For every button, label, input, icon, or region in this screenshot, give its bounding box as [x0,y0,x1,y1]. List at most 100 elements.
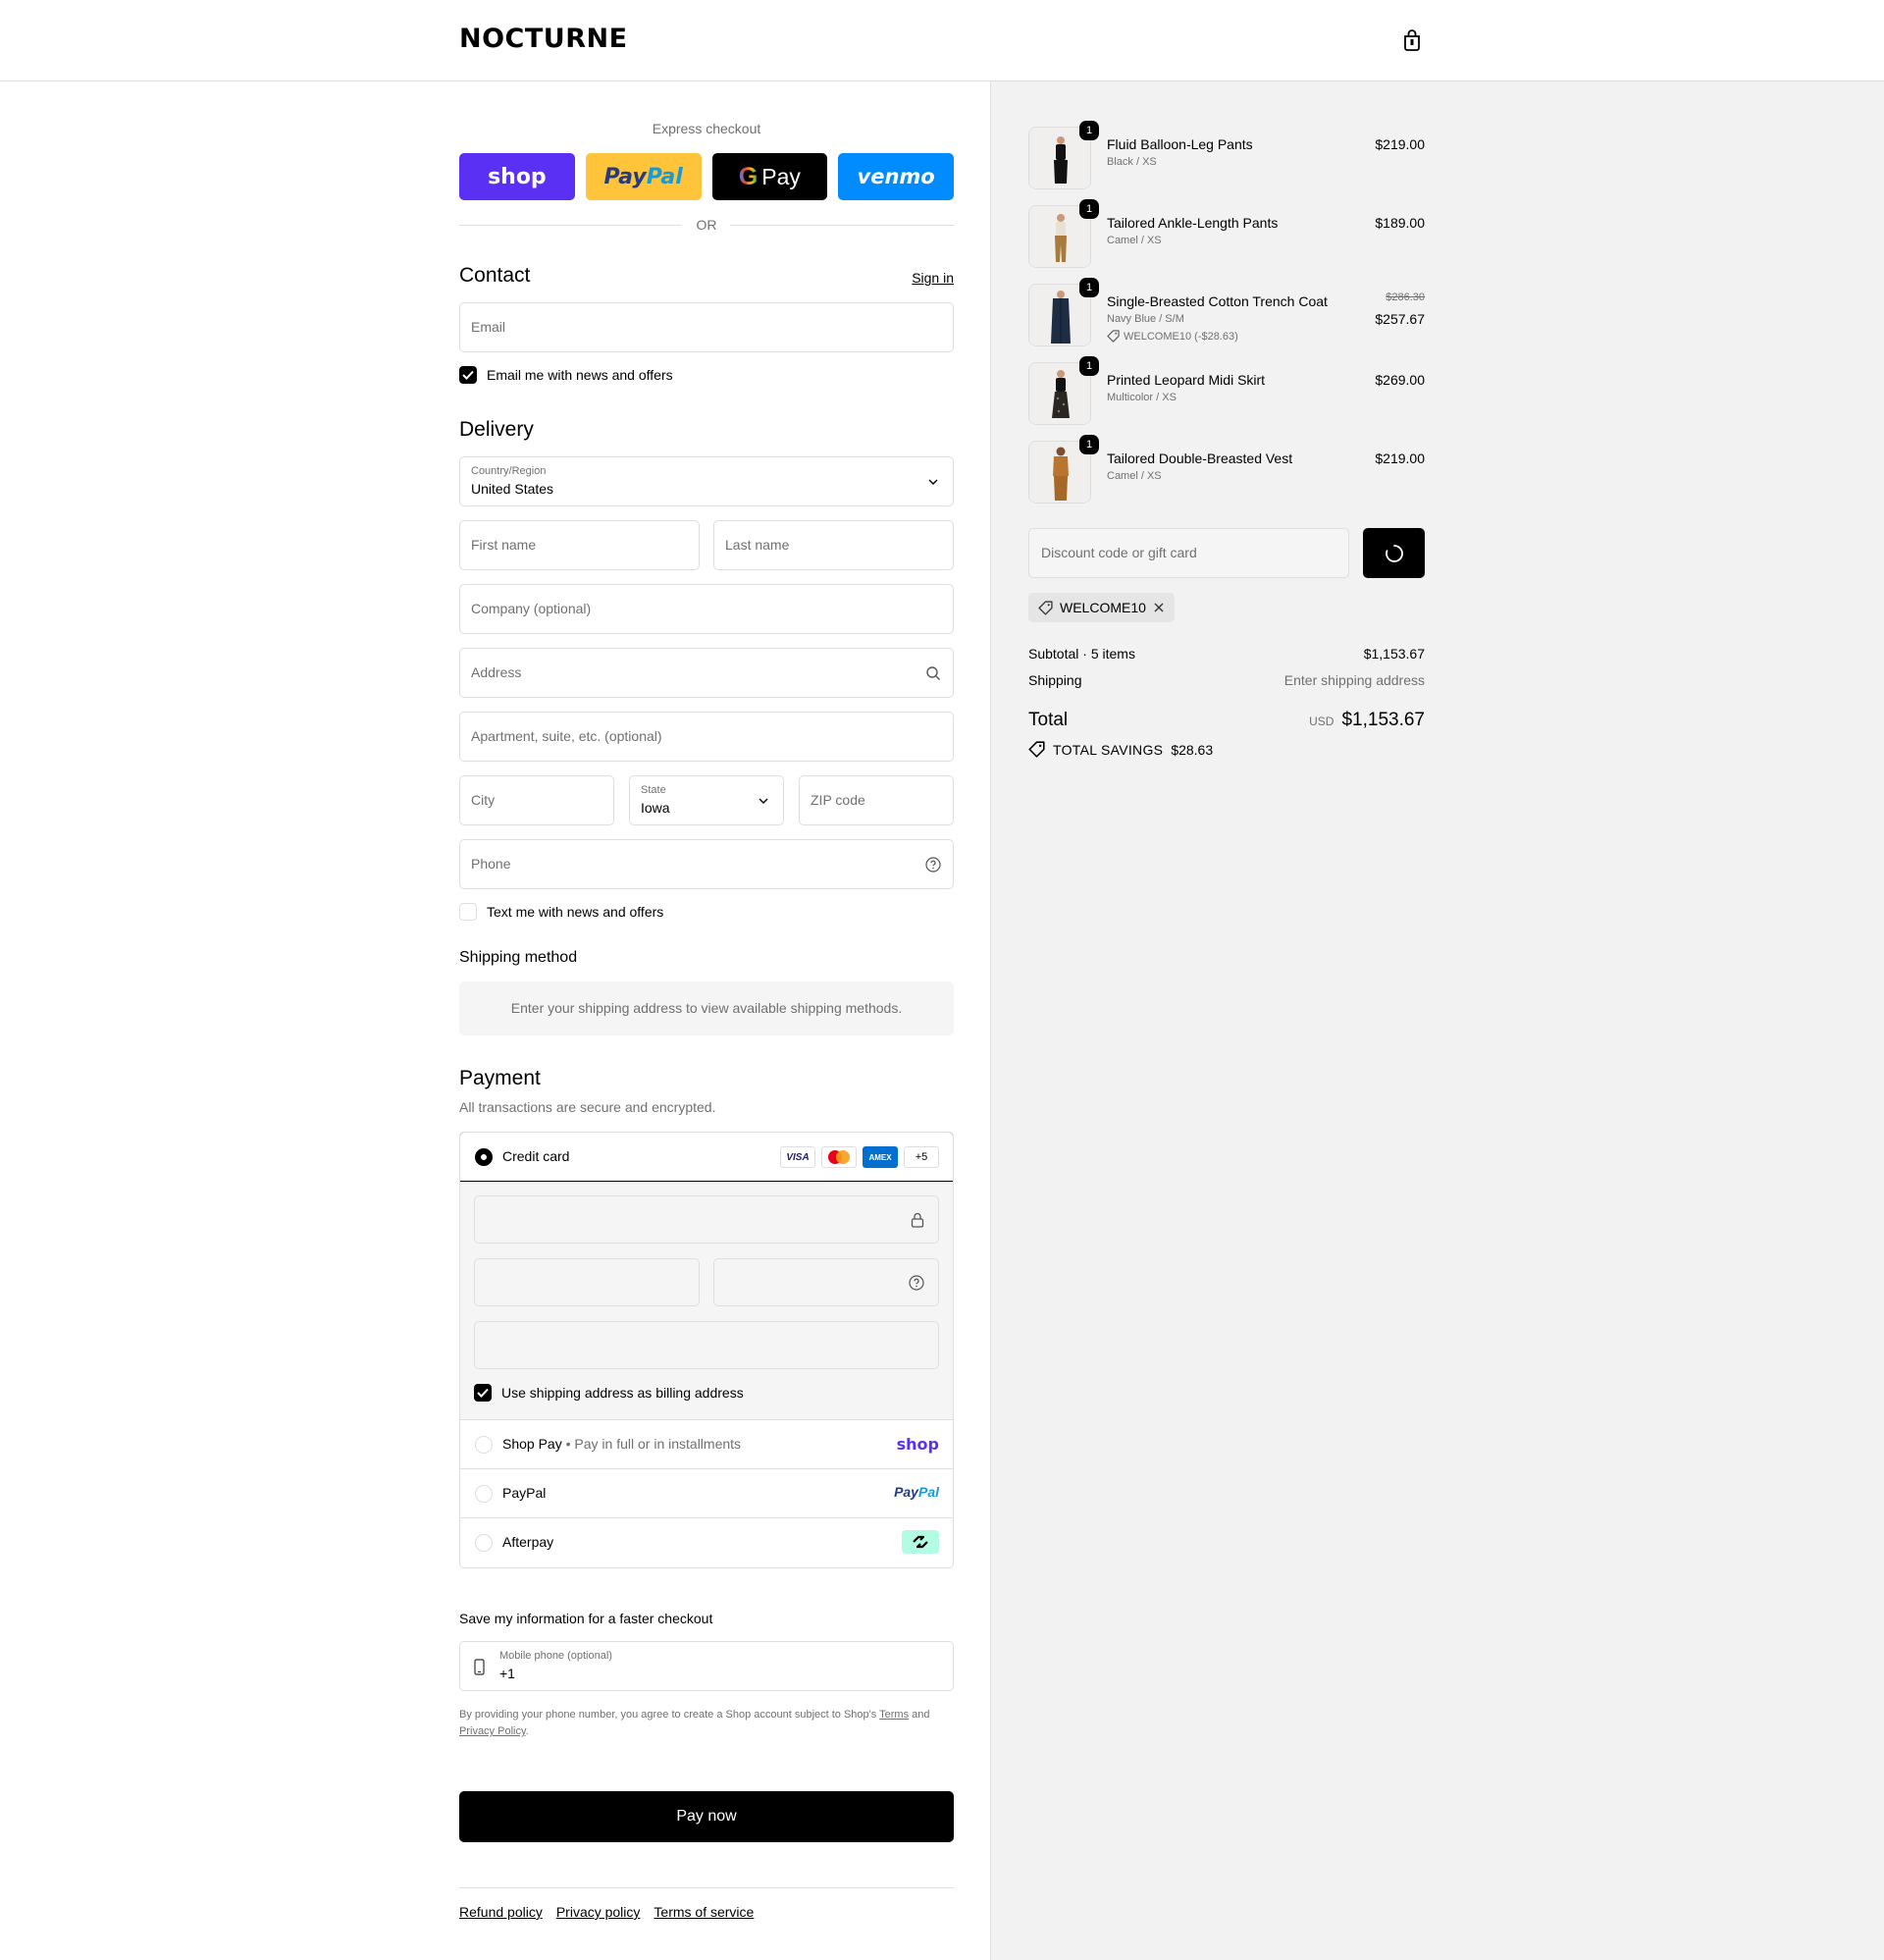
venmo-button[interactable]: venmo [838,153,954,200]
afterpay-option[interactable]: Afterpay [460,1518,953,1567]
billing-same-checkbox[interactable] [474,1384,492,1402]
sign-in-link[interactable]: Sign in [912,270,954,286]
company-placeholder: Company (optional) [471,601,592,616]
product-name: Single-Breasted Cotton Trench Coat [1107,293,1328,309]
city-placeholder: City [471,792,496,808]
first-name-field[interactable]: First name [459,520,700,570]
help-icon[interactable] [909,1275,924,1291]
item-discount: WELCOME10 (-$28.63) [1107,330,1238,343]
address-field[interactable]: Address [459,648,954,698]
quantity-badge: 1 [1079,435,1099,454]
pay-now-button[interactable]: Pay now [459,1791,954,1842]
card-number-field[interactable] [474,1195,939,1244]
more-cards-badge: +5 [904,1146,939,1168]
email-opt-in-checkbox[interactable] [459,366,477,384]
country-select[interactable]: Country/Region United States [459,456,954,506]
cart-item: 1 Fluid Balloon-Leg Pants Black / XS $21… [1028,121,1425,189]
mobile-phone-field[interactable]: Mobile phone (optional) +1 [459,1641,954,1691]
billing-same-option[interactable]: Use shipping address as billing address [474,1384,744,1402]
help-icon[interactable] [925,857,941,873]
mobile-phone-label: Mobile phone (optional) [499,1650,612,1662]
quantity-badge: 1 [1079,278,1099,297]
refund-policy-link[interactable]: Refund policy [459,1904,543,1920]
footer-links: Refund policy Privacy policy Terms of se… [459,1904,754,1920]
country-value: United States [471,481,554,497]
apartment-placeholder: Apartment, suite, etc. (optional) [471,728,662,744]
email-opt-in[interactable]: Email me with news and offers [459,366,673,384]
paypal-button[interactable]: Pay Pal [585,153,702,200]
applied-discount-chip: WELCOME10 [1028,593,1175,622]
card-details: Use shipping address as billing address [460,1182,953,1420]
quantity-badge: 1 [1079,121,1099,140]
city-field[interactable]: City [459,775,614,825]
shop-pay-title: Shop Pay [502,1436,562,1452]
expiration-field[interactable] [474,1258,700,1306]
shipping-method-title: Shipping method [459,949,578,966]
shop-pay-radio[interactable] [475,1436,493,1454]
phone-field[interactable]: Phone [459,839,954,889]
apartment-field[interactable]: Apartment, suite, etc. (optional) [459,712,954,762]
legal-notice: By providing your phone number, you agre… [459,1707,954,1740]
state-select[interactable]: State Iowa [629,775,784,825]
shop-pay-label: shop [488,164,547,189]
product-original-price: $286.30 [1386,291,1425,303]
sms-opt-in-checkbox[interactable] [459,903,477,921]
privacy-policy-link[interactable]: Privacy Policy [459,1725,526,1737]
security-code-field[interactable] [713,1258,939,1306]
phone-placeholder: Phone [471,856,511,872]
product-price: $189.00 [1375,215,1425,231]
terms-link[interactable]: Terms [879,1709,909,1721]
shipping-label: Shipping [1028,672,1082,688]
savings-value: $28.63 [1171,741,1214,758]
close-icon[interactable] [1153,602,1165,613]
product-price: $219.00 [1375,450,1425,466]
subtotal-row: Subtotal · 5 items $1,153.67 [1028,646,1425,662]
privacy-policy-link[interactable]: Privacy policy [556,1904,641,1920]
terms-of-service-link[interactable]: Terms of service [654,1904,754,1920]
or-divider: OR [459,217,954,233]
paypal-logo: Pay [603,164,647,189]
mobile-phone-value: +1 [499,1666,515,1681]
or-text: OR [696,217,717,233]
credit-card-label: Credit card [502,1148,570,1164]
legal-period: . [525,1725,529,1737]
payment-title: Payment [459,1067,541,1089]
email-field[interactable]: Email [459,302,954,352]
last-name-field[interactable]: Last name [713,520,954,570]
shop-pay-button[interactable]: shop [459,153,575,200]
shop-pay-subtitle: Pay in full or in installments [574,1436,742,1452]
cart-item: 1 Tailored Ankle-Length Pants Camel / XS… [1028,199,1425,268]
card-brand-icons: VISA AMEX +5 [780,1146,939,1168]
shop-pay-option[interactable]: Shop Pay • Pay in full or in installment… [460,1420,953,1469]
venmo-label: venmo [857,165,935,188]
zip-placeholder: ZIP code [811,792,865,808]
zip-field[interactable]: ZIP code [799,775,954,825]
google-pay-button[interactable]: G Pay [711,153,828,200]
paypal-option[interactable]: PayPal PayPal [460,1469,953,1518]
loading-spinner-icon [1386,545,1403,562]
company-field[interactable]: Company (optional) [459,584,954,634]
state-value: Iowa [641,800,670,816]
total-value: USD $1,153.67 [1309,710,1425,731]
name-on-card-field[interactable] [474,1321,939,1369]
sms-opt-in[interactable]: Text me with news and offers [459,903,663,921]
apply-discount-button[interactable] [1363,528,1425,578]
cart-bag-icon[interactable] [1401,28,1423,52]
email-placeholder: Email [471,319,506,335]
afterpay-radio[interactable] [475,1534,493,1552]
shipping-method-message: Enter your shipping address to view avai… [459,981,954,1035]
quantity-badge: 1 [1079,356,1099,376]
legal-and: and [912,1709,930,1721]
paypal-radio[interactable] [475,1485,493,1503]
applied-discount-code: WELCOME10 [1060,600,1146,615]
shop-pay-label: Shop Pay • Pay in full or in installment… [502,1436,741,1452]
credit-card-option[interactable]: Credit card VISA AMEX +5 [460,1133,953,1182]
mobile-phone-icon [474,1659,485,1675]
product-garment [1054,160,1068,184]
brand-logo[interactable]: NOCTURNE [459,24,628,54]
paypal-label: PayPal [502,1485,547,1501]
product-variant: Multicolor / XS [1107,392,1177,403]
discount-code-input[interactable]: Discount code or gift card [1028,528,1349,578]
google-g-icon: G [738,162,759,190]
credit-card-radio[interactable] [475,1148,493,1166]
